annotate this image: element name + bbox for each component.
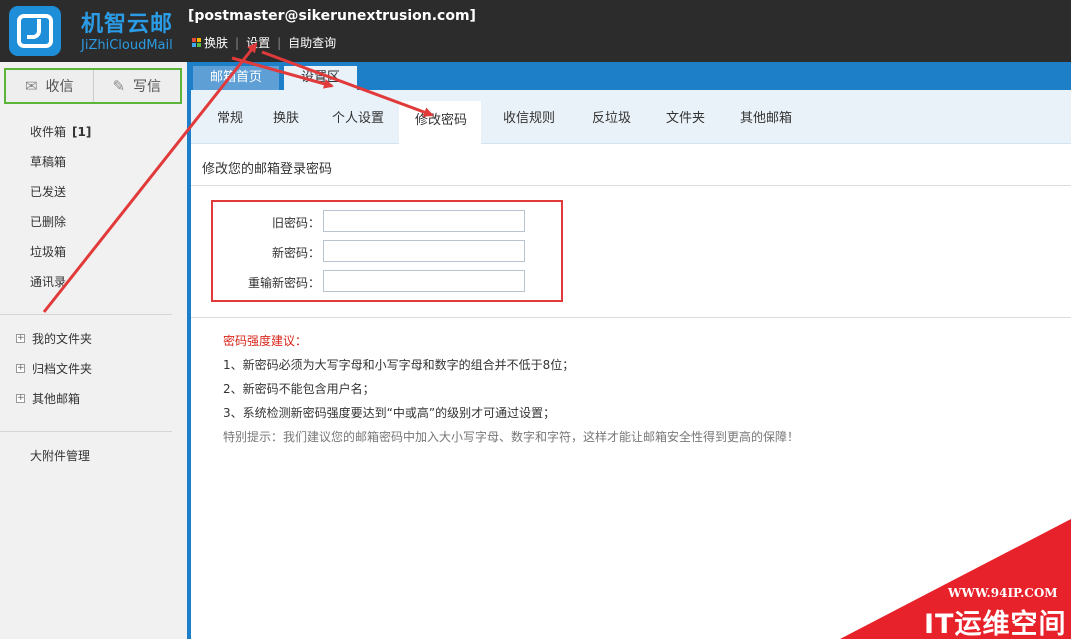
- expand-icon[interactable]: +: [16, 394, 25, 403]
- logo-icon: [9, 6, 61, 56]
- sidebar-item-inbox[interactable]: 收件箱 [1]: [30, 123, 91, 140]
- subtab-folders[interactable]: 文件夹: [666, 107, 705, 126]
- main-tab-bar: 邮箱首页 设置区: [191, 62, 1071, 90]
- top-links: 换肤 | 设置 | 自助查询: [192, 34, 336, 51]
- old-password-input[interactable]: [323, 210, 525, 232]
- palette-icon: [192, 38, 201, 47]
- my-folders-label: 我的文件夹: [32, 332, 93, 346]
- subtab-personal[interactable]: 个人设置: [332, 107, 384, 126]
- subtab-change-password-label: 修改密码: [415, 113, 468, 128]
- sidebar-item-sent[interactable]: 已发送: [30, 183, 66, 200]
- write-button[interactable]: ✎ 写信: [92, 70, 181, 102]
- receive-label: 收信: [45, 79, 74, 95]
- sidebar-item-drafts[interactable]: 草稿箱: [30, 153, 66, 170]
- account-email: [postmaster@sikerunextrusion.com]: [188, 8, 476, 24]
- watermark-url: WWW.94IP.COM: [948, 586, 1058, 600]
- expand-icon[interactable]: +: [16, 334, 25, 343]
- settings-link[interactable]: 设置: [246, 34, 270, 51]
- sidebar-item-junk[interactable]: 垃圾箱: [30, 243, 66, 260]
- settings-subtab-bar: 常规 换肤 个人设置 修改密码 收信规则 反垃圾 文件夹 其他邮箱: [191, 90, 1071, 144]
- inbox-icon: ✉: [24, 77, 38, 95]
- sidebar: ✉ 收信 ✎ 写信 收件箱 [1] 草稿箱 已发送 已删除 垃圾箱 通讯录 + 我…: [0, 62, 187, 639]
- receive-button[interactable]: ✉ 收信: [6, 70, 93, 102]
- password-tip: 3、系统检测新密码强度要达到“中或高”的级别才可通过设置；: [223, 406, 556, 420]
- subtab-skin[interactable]: 换肤: [273, 107, 299, 126]
- compose-bar: ✉ 收信 ✎ 写信: [4, 68, 182, 104]
- sidebar-edge: [187, 62, 191, 639]
- subtab-change-password[interactable]: 修改密码: [399, 101, 481, 144]
- subtab-anti-spam[interactable]: 反垃圾: [592, 107, 631, 126]
- sidebar-item-attachments[interactable]: 大附件管理: [30, 447, 90, 464]
- inbox-count: [1]: [72, 125, 92, 139]
- skin-link[interactable]: 换肤: [204, 34, 228, 51]
- password-tips-title: 密码强度建议：: [223, 334, 308, 348]
- sidebar-item-deleted[interactable]: 已删除: [30, 213, 66, 230]
- confirm-password-label: 重输新密码：: [247, 276, 320, 290]
- inbox-label: 收件箱: [30, 125, 67, 139]
- archive-label: 归档文件夹: [32, 362, 93, 376]
- expand-icon[interactable]: +: [16, 364, 25, 373]
- subtab-receive-rules[interactable]: 收信规则: [503, 107, 555, 126]
- section-title: 修改您的邮箱登录密码: [202, 162, 333, 177]
- sidebar-divider: [0, 431, 172, 432]
- sidebar-item-contacts[interactable]: 通讯录: [30, 273, 66, 290]
- special-tip: 特别提示：我们建议您的邮箱密码中加入大小写字母、数字和字符，这样才能让邮箱安全性…: [223, 430, 800, 444]
- subtab-general[interactable]: 常规: [217, 107, 243, 126]
- content-divider: [191, 185, 1071, 186]
- sidebar-item-my-folders[interactable]: + 我的文件夹: [16, 330, 92, 347]
- sidebar-item-archive[interactable]: + 归档文件夹: [16, 360, 92, 377]
- new-password-input[interactable]: [323, 240, 525, 262]
- password-tip: 1、新密码必须为大写字母和小写字母和数字的组合并不低于8位；: [223, 358, 575, 372]
- subtab-other-mail[interactable]: 其他邮箱: [740, 107, 792, 126]
- write-label: 写信: [133, 79, 162, 95]
- watermark-text: IT运维空间: [924, 609, 1067, 639]
- content-divider: [191, 317, 1071, 318]
- tab-settings[interactable]: 设置区: [284, 66, 358, 90]
- new-password-label: 新密码：: [271, 246, 320, 260]
- brand-name: 机智云邮: [81, 12, 174, 37]
- brand-subtitle: JiZhiCloudMail: [81, 38, 173, 53]
- tab-mail-home[interactable]: 邮箱首页: [193, 66, 280, 90]
- link-separator: |: [277, 35, 282, 50]
- other-mail-label: 其他邮箱: [32, 392, 81, 406]
- link-separator: |: [235, 35, 240, 50]
- top-bar: 机智云邮 JiZhiCloudMail [postmaster@sikerune…: [0, 0, 1071, 62]
- mail-app: 机智云邮 JiZhiCloudMail [postmaster@sikerune…: [0, 0, 1071, 639]
- self-service-link[interactable]: 自助查询: [288, 34, 336, 51]
- sidebar-divider: [0, 314, 172, 315]
- password-tip: 2、新密码不能包含用户名；: [223, 382, 375, 396]
- confirm-password-input[interactable]: [323, 270, 525, 292]
- old-password-label: 旧密码：: [271, 216, 320, 230]
- sidebar-item-other-mail[interactable]: + 其他邮箱: [16, 390, 80, 407]
- pencil-icon: ✎: [112, 77, 126, 95]
